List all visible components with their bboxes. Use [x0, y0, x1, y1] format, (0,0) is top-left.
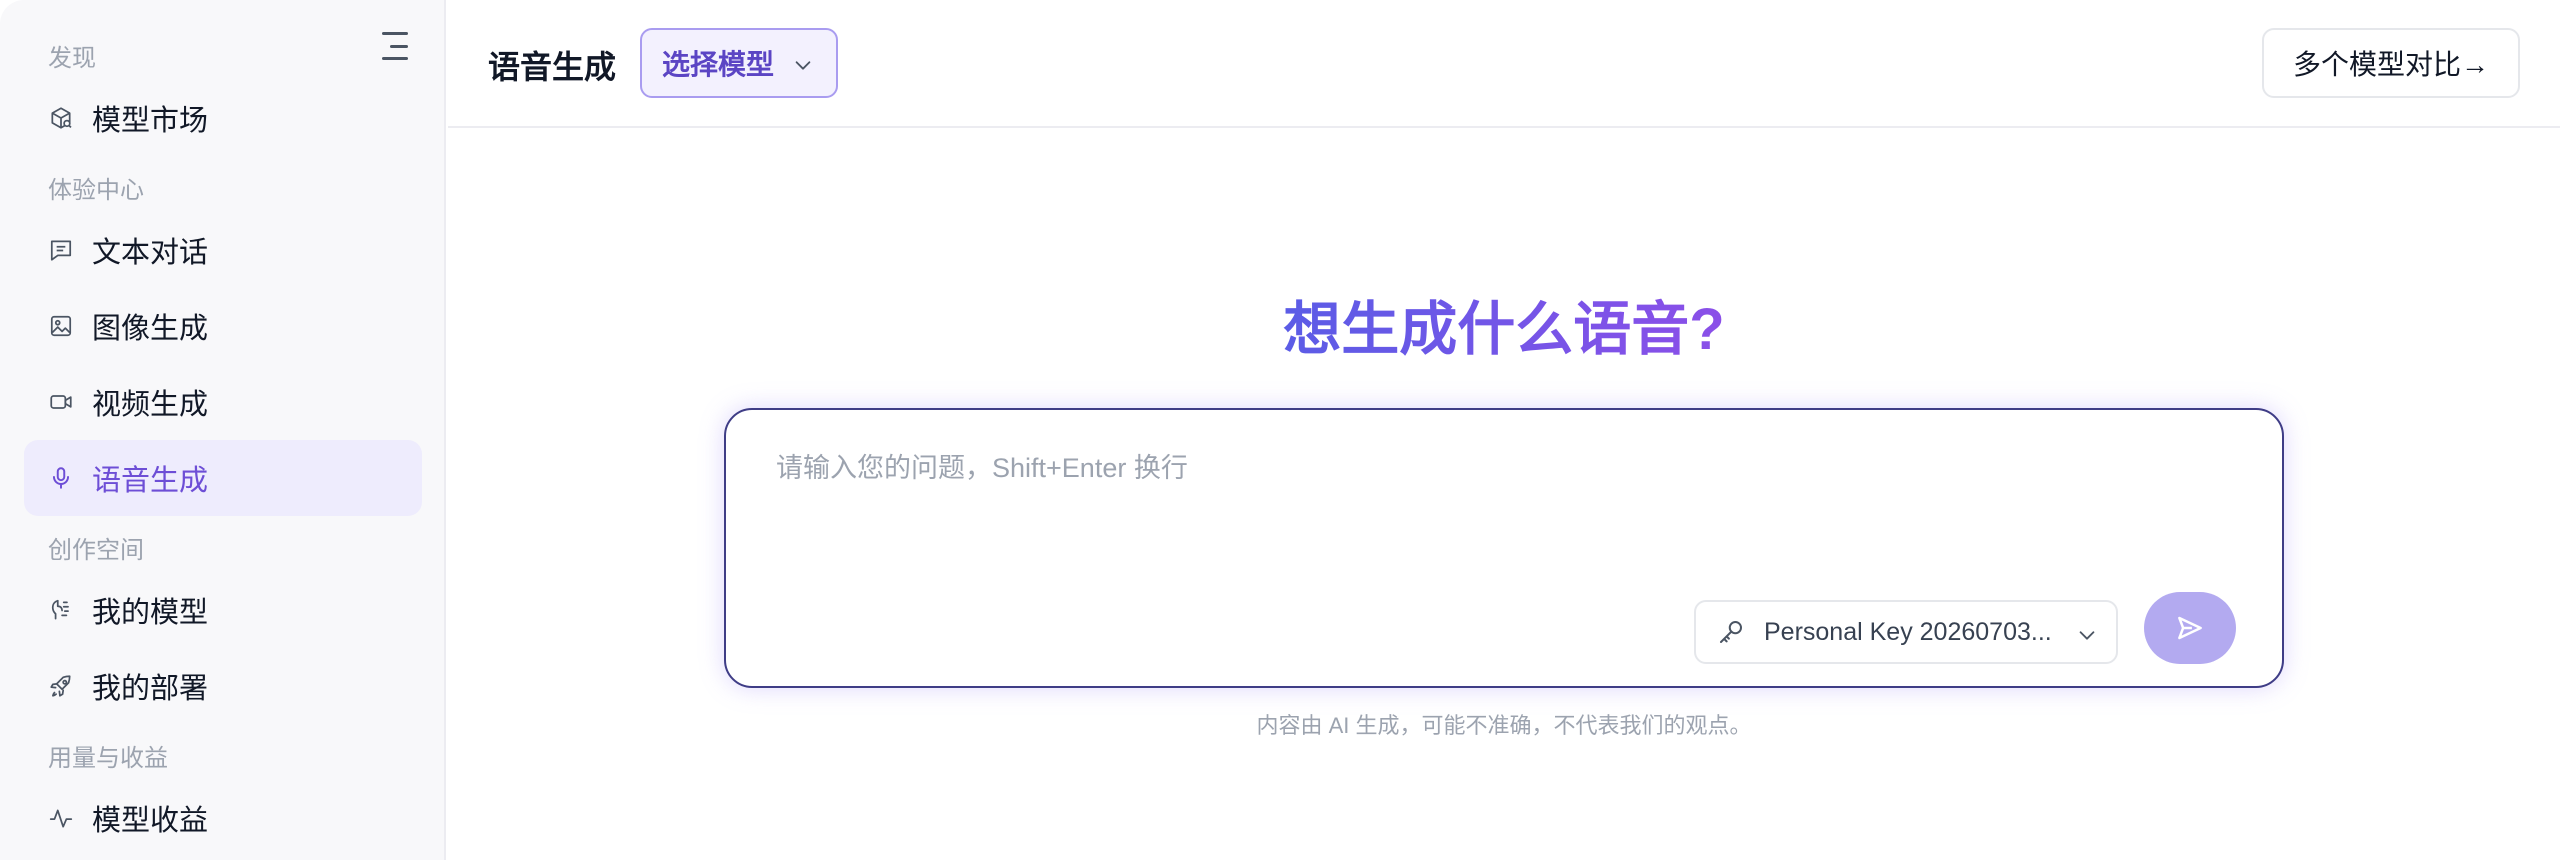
sidebar-item-model-revenue[interactable]: 模型收益 [24, 780, 422, 856]
model-market-icon [48, 105, 74, 131]
sidebar-item-label: 模型市场 [92, 105, 209, 137]
microphone-icon [48, 465, 74, 491]
compare-models-button[interactable]: 多个模型对比→ [2262, 28, 2520, 98]
sidebar-item-video-gen[interactable]: 视频生成 [24, 364, 422, 440]
section-experience: 体验中心 [48, 177, 144, 204]
sidebar-item-label: 视频生成 [92, 389, 209, 421]
sidebar: 发现 模型市场 体验中心 文本对话 图像生成 视频生成 语音生成 创作空间 我的… [0, 0, 446, 860]
main-heading: 想生成什么语音? [1283, 297, 1725, 362]
sidebar-item-model-market[interactable]: 模型市场 [24, 80, 422, 156]
section-usage: 用量与收益 [48, 745, 168, 772]
chevron-down-icon [792, 54, 814, 81]
section-discover: 发现 [48, 45, 96, 72]
section-creation: 创作空间 [48, 537, 144, 564]
prompt-input[interactable] [776, 446, 2236, 546]
chat-icon [48, 237, 74, 263]
sidebar-item-my-deployments[interactable]: 我的部署 [24, 648, 422, 724]
api-key-select[interactable]: Personal Key 20260703... [1694, 600, 2118, 664]
model-select-dropdown[interactable]: 选择模型 [640, 28, 838, 98]
chevron-down-icon [2076, 624, 2098, 651]
sidebar-item-text-chat[interactable]: 文本对话 [24, 212, 422, 288]
sidebar-item-my-models[interactable]: 我的模型 [24, 572, 422, 648]
video-icon [48, 389, 74, 415]
ai-disclaimer: 内容由 AI 生成，可能不准确，不代表我们的观点。 [1256, 713, 1752, 738]
sidebar-item-label: 我的部署 [92, 673, 209, 705]
send-button[interactable] [2144, 592, 2236, 664]
rocket-icon [48, 673, 74, 699]
top-header: 语音生成 选择模型 多个模型对比→ [448, 0, 2560, 128]
send-icon [2178, 616, 2202, 640]
api-key-label: Personal Key 20260703... [1764, 617, 2052, 646]
my-model-icon [48, 597, 74, 623]
sidebar-item-voice-gen[interactable]: 语音生成 [24, 440, 422, 516]
sidebar-item-label: 文本对话 [92, 237, 209, 269]
sidebar-item-label: 模型收益 [92, 805, 209, 837]
app: 发现 模型市场 体验中心 文本对话 图像生成 视频生成 语音生成 创作空间 我的… [0, 0, 2560, 860]
sidebar-item-label: 我的模型 [92, 597, 209, 629]
sidebar-item-label: 图像生成 [92, 313, 209, 345]
page-title: 语音生成 [488, 49, 617, 85]
sidebar-collapse-icon[interactable] [382, 32, 414, 60]
model-select-label: 选择模型 [662, 49, 775, 80]
sidebar-item-image-gen[interactable]: 图像生成 [24, 288, 422, 364]
key-icon [1716, 617, 1746, 647]
sidebar-item-label: 语音生成 [92, 465, 209, 497]
prompt-composer: Personal Key 20260703... [724, 408, 2284, 688]
activity-icon [48, 805, 74, 831]
image-icon [48, 313, 74, 339]
